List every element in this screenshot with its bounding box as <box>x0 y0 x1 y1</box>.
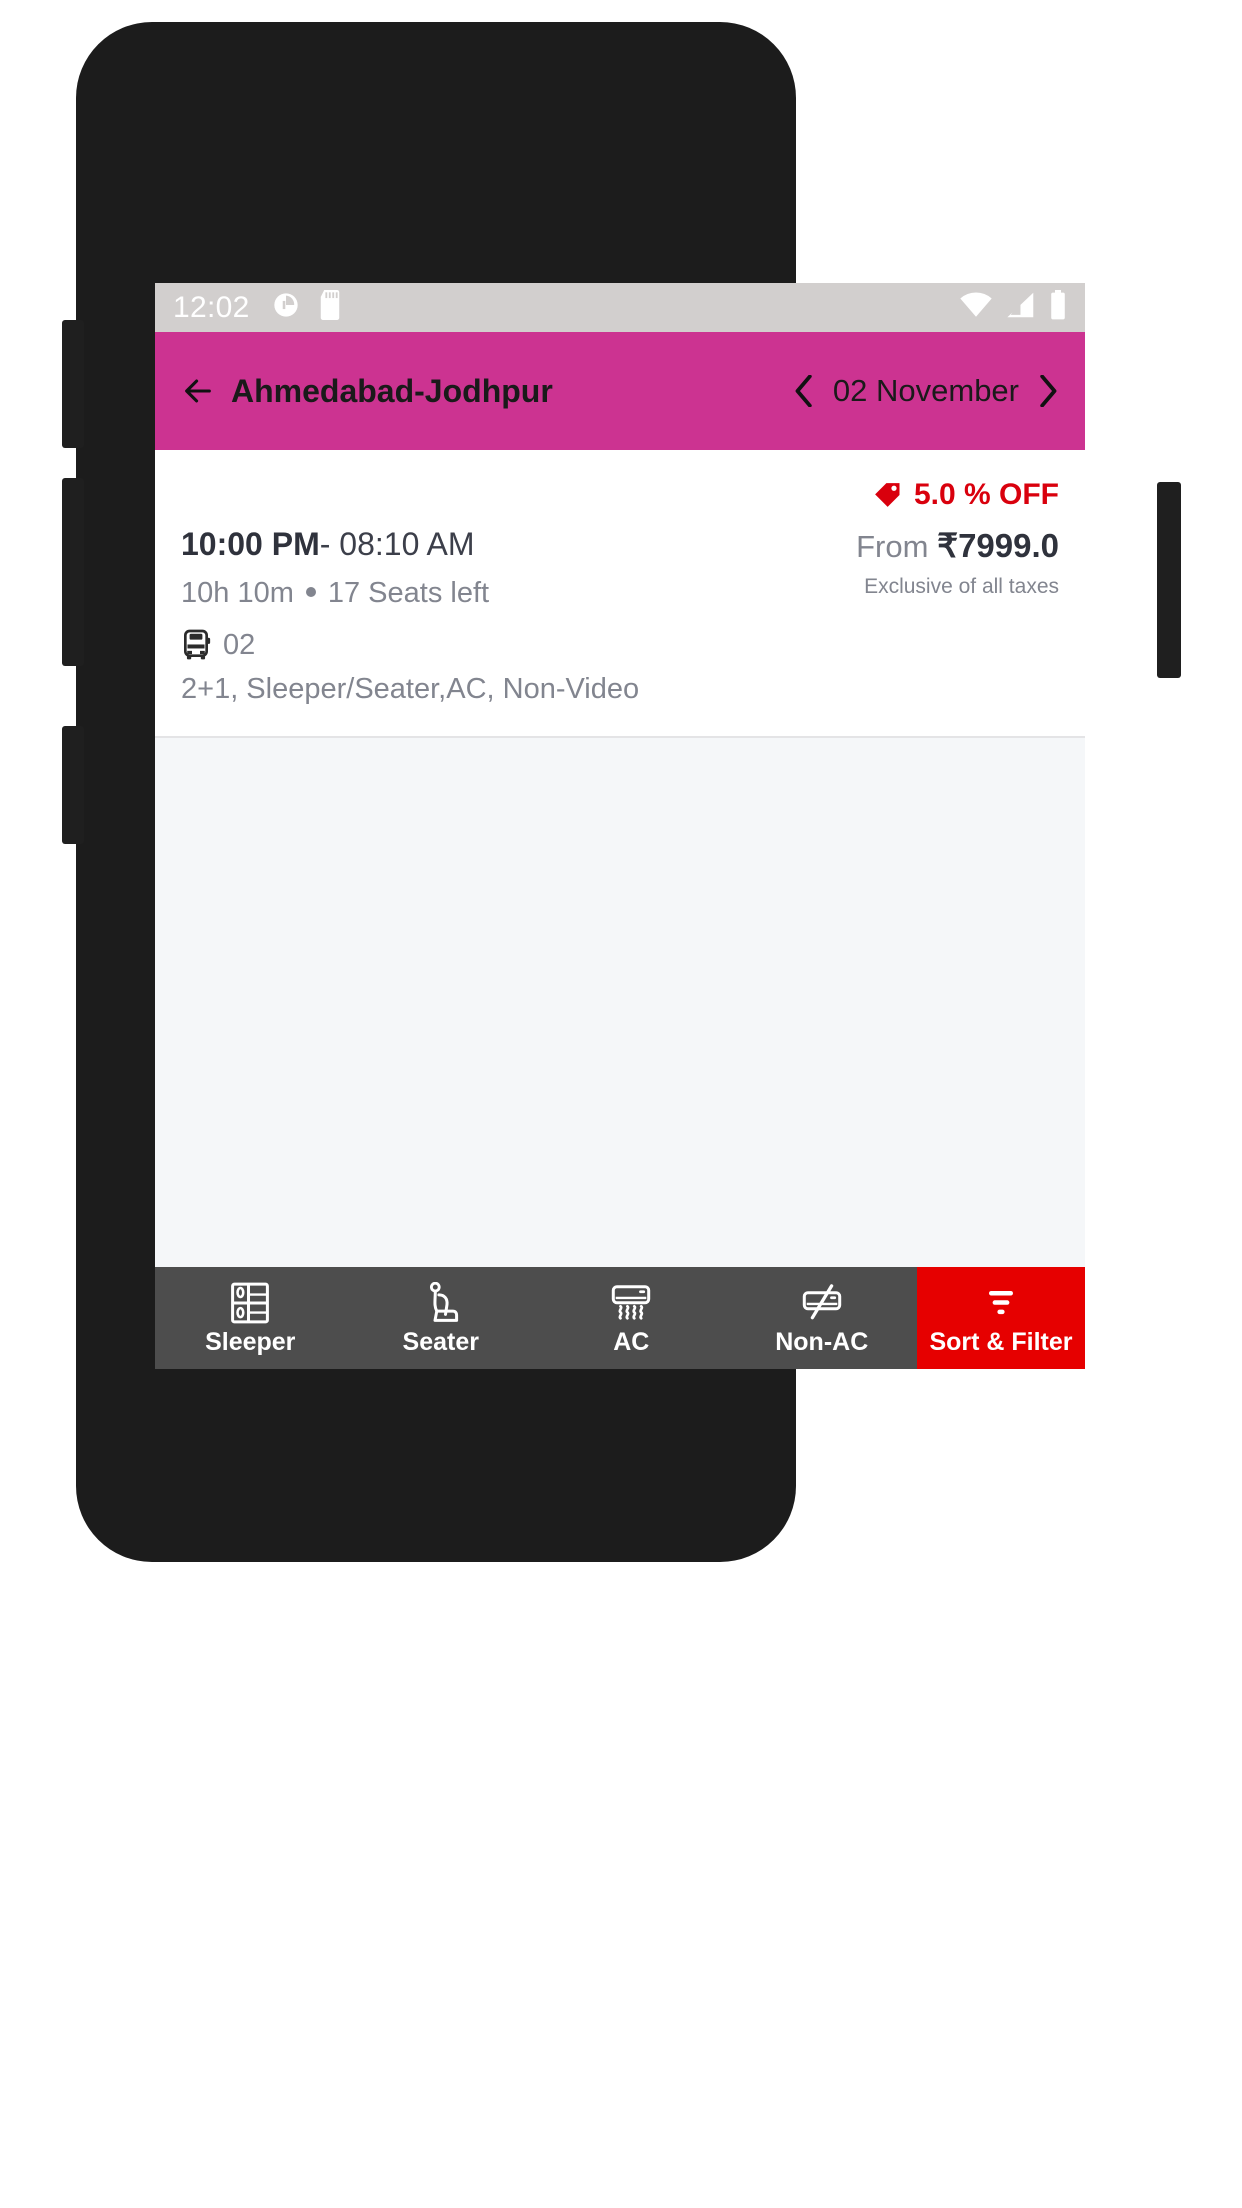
cellular-signal-icon <box>1006 291 1036 324</box>
filter-seater-label: Seater <box>402 1327 479 1356</box>
bus-card-price-column: From ₹7999.0 Exclusive of all taxes <box>856 526 1059 599</box>
bus-card-left-column: 10:00 PM- 08:10 AM 10h 10m 17 Seats left <box>181 526 856 706</box>
filter-non-ac-label: Non-AC <box>775 1327 869 1356</box>
departure-time: 10:00 PM <box>181 526 320 562</box>
volume-down-button[interactable] <box>62 478 84 666</box>
screenshot-root: 12:02 Ahmedabad-Jodhpur 02 November 5.0 … <box>0 0 1242 2208</box>
status-bar: 12:02 <box>155 283 1085 332</box>
status-bar-right-icons <box>959 290 1067 325</box>
power-button[interactable] <box>1157 482 1181 678</box>
filter-ac-label: AC <box>613 1327 650 1356</box>
mute-switch-button[interactable] <box>62 726 84 844</box>
discount-badge: 5.0 % OFF <box>181 476 1059 514</box>
filter-sleeper-label: Sleeper <box>205 1327 296 1356</box>
fare-currency-symbol: ₹ <box>937 527 959 564</box>
air-conditioner-off-icon <box>801 1282 843 1324</box>
sd-card-icon <box>318 290 342 325</box>
fare-prefix-label: From <box>856 529 929 564</box>
volume-up-button[interactable] <box>62 320 84 448</box>
filter-sleeper[interactable]: Sleeper <box>155 1267 346 1369</box>
discount-label: 5.0 % OFF <box>913 478 1059 511</box>
air-conditioner-icon <box>610 1282 652 1324</box>
filter-ac[interactable]: AC <box>536 1267 727 1369</box>
bus-number-label: 02 <box>223 628 256 661</box>
data-saver-icon <box>272 291 300 324</box>
app-bar: Ahmedabad-Jodhpur 02 November <box>155 332 1085 450</box>
battery-icon <box>1049 290 1067 325</box>
selected-date-label[interactable]: 02 November <box>833 373 1019 409</box>
bus-card-body: 10:00 PM- 08:10 AM 10h 10m 17 Seats left <box>181 526 1059 706</box>
wifi-icon <box>959 291 993 324</box>
price-tag-icon <box>872 480 902 510</box>
journey-meta: 10h 10m 17 Seats left <box>181 576 856 611</box>
date-navigator: 02 November <box>793 373 1059 409</box>
phone-screen: 12:02 Ahmedabad-Jodhpur 02 November 5.0 … <box>155 283 1085 1369</box>
filter-seater[interactable]: Seater <box>346 1267 537 1369</box>
arrival-time: 08:10 AM <box>339 526 475 562</box>
fare-amount: 7999.0 <box>958 527 1059 564</box>
meta-separator-dot <box>305 586 316 597</box>
filter-non-ac[interactable]: Non-AC <box>727 1267 918 1369</box>
seats-left-label: 17 Seats left <box>327 576 490 609</box>
bus-result-card[interactable]: 5.0 % OFF 10:00 PM- 08:10 AM 10h 10m 17 S… <box>155 450 1085 739</box>
fare-line: From ₹7999.0 <box>856 527 1059 564</box>
sort-and-filter-label: Sort & Filter <box>929 1327 1073 1356</box>
bus-results-list[interactable]: 5.0 % OFF 10:00 PM- 08:10 AM 10h 10m 17 S… <box>155 450 1085 1267</box>
filter-bar: Sleeper Seater AC Non-AC Sort & Filter <box>155 1267 1085 1369</box>
time-separator: - <box>319 526 331 562</box>
next-date-button[interactable] <box>1037 374 1059 408</box>
bus-identity-row: 02 <box>181 629 856 662</box>
sort-and-filter-button[interactable]: Sort & Filter <box>917 1267 1085 1369</box>
status-bar-left-icons <box>272 290 342 325</box>
bus-front-icon <box>181 629 211 661</box>
route-title: Ahmedabad-Jodhpur <box>231 372 553 409</box>
filter-funnel-icon <box>984 1282 1018 1324</box>
back-arrow-icon[interactable] <box>181 374 215 408</box>
sleeper-berth-icon <box>230 1282 270 1324</box>
previous-date-button[interactable] <box>793 374 815 408</box>
journey-duration: 10h 10m <box>181 576 294 609</box>
seat-icon <box>421 1281 461 1324</box>
status-bar-clock: 12:02 <box>173 290 250 324</box>
journey-times: 10:00 PM- 08:10 AM <box>181 526 856 564</box>
bus-amenities-label: 2+1, Sleeper/Seater,AC, Non-Video <box>181 672 640 705</box>
tax-disclaimer: Exclusive of all taxes <box>864 575 1059 599</box>
